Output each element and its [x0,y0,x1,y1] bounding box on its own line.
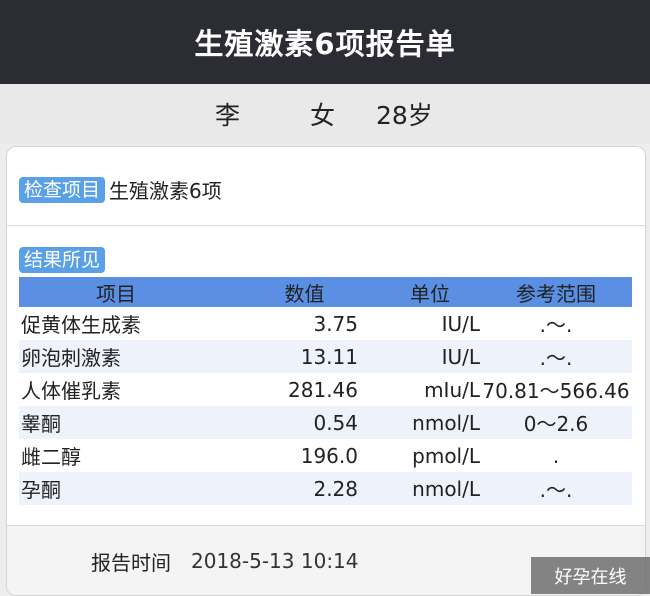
patient-age: 28岁 [376,101,433,130]
section-divider [7,225,645,226]
watermark: 好孕在线 [531,557,650,594]
cell-item: 雌二醇 [21,445,81,469]
cell-unit: pmol/L [412,443,480,468]
cell-item: 孕酮 [21,478,61,502]
cell-item: 卵泡刺激素 [21,346,121,370]
cell-range: .～. [539,313,573,337]
cell-unit: IU/L [441,344,480,369]
cell-item: 睾酮 [21,412,61,436]
title-bar: 生殖激素6项报告单 [0,0,650,84]
cell-item: 人体催乳素 [21,379,121,403]
col-header-item: 项目 [96,281,136,306]
table-row: 人体催乳素 281.46 mIu/L 70.81～566.46 [19,373,632,406]
cell-range: 70.81～566.46 [482,379,630,403]
cell-unit: nmol/L [412,410,480,435]
cell-value: 281.46 [288,377,358,402]
cell-unit: IU/L [441,311,480,336]
patient-name: 李 [215,101,241,130]
report-time-value: 2018-5-13 10:14 [191,549,359,573]
results-table: 项目 数值 单位 参考范围 促黄体生成素 3.75 IU/L .～. 卵泡刺激素… [19,277,632,505]
table-row: 促黄体生成素 3.75 IU/L .～. [19,307,632,340]
cell-range: 0～2.6 [523,412,589,436]
cell-item: 促黄体生成素 [21,313,141,337]
col-header-value: 数值 [284,281,325,306]
cell-range: .～. [539,346,573,370]
exam-item-tag: 检查项目 [19,176,106,203]
patient-gender: 女 [310,101,336,130]
cell-range: .～. [539,478,573,502]
exam-item-row: 检查项目 生殖激素6项 [19,175,222,204]
col-header-unit: 单位 [410,281,450,306]
cell-value: 196.0 [300,443,358,468]
report-time-label: 报告时间 [91,550,171,575]
table-row: 孕酮 2.28 nmol/L .～. [19,472,632,505]
cell-value: 2.28 [313,476,358,501]
cell-value: 13.11 [300,344,358,369]
results-tag: 结果所见 [19,247,106,273]
page-title: 生殖激素6项报告单 [194,27,456,61]
col-header-range: 参考范围 [516,281,596,306]
results-header-row: 项目 数值 单位 参考范围 [19,277,632,307]
cell-unit: mIu/L [424,377,480,402]
patient-info: 李 女 28岁 [0,84,650,144]
cell-value: 0.54 [313,410,358,435]
cell-range: . [552,443,560,468]
exam-item-value: 生殖激素6项 [109,179,222,203]
table-row: 雌二醇 196.0 pmol/L . [19,439,632,472]
cell-unit: nmol/L [412,476,480,501]
table-row: 睾酮 0.54 nmol/L 0～2.6 [19,406,632,439]
cell-value: 3.75 [313,311,358,336]
report-card: 检查项目 生殖激素6项 结果所见 项目 数值 单位 参考范围 促黄体生成素 3.… [6,146,646,596]
table-row: 卵泡刺激素 13.11 IU/L .～. [19,340,632,373]
